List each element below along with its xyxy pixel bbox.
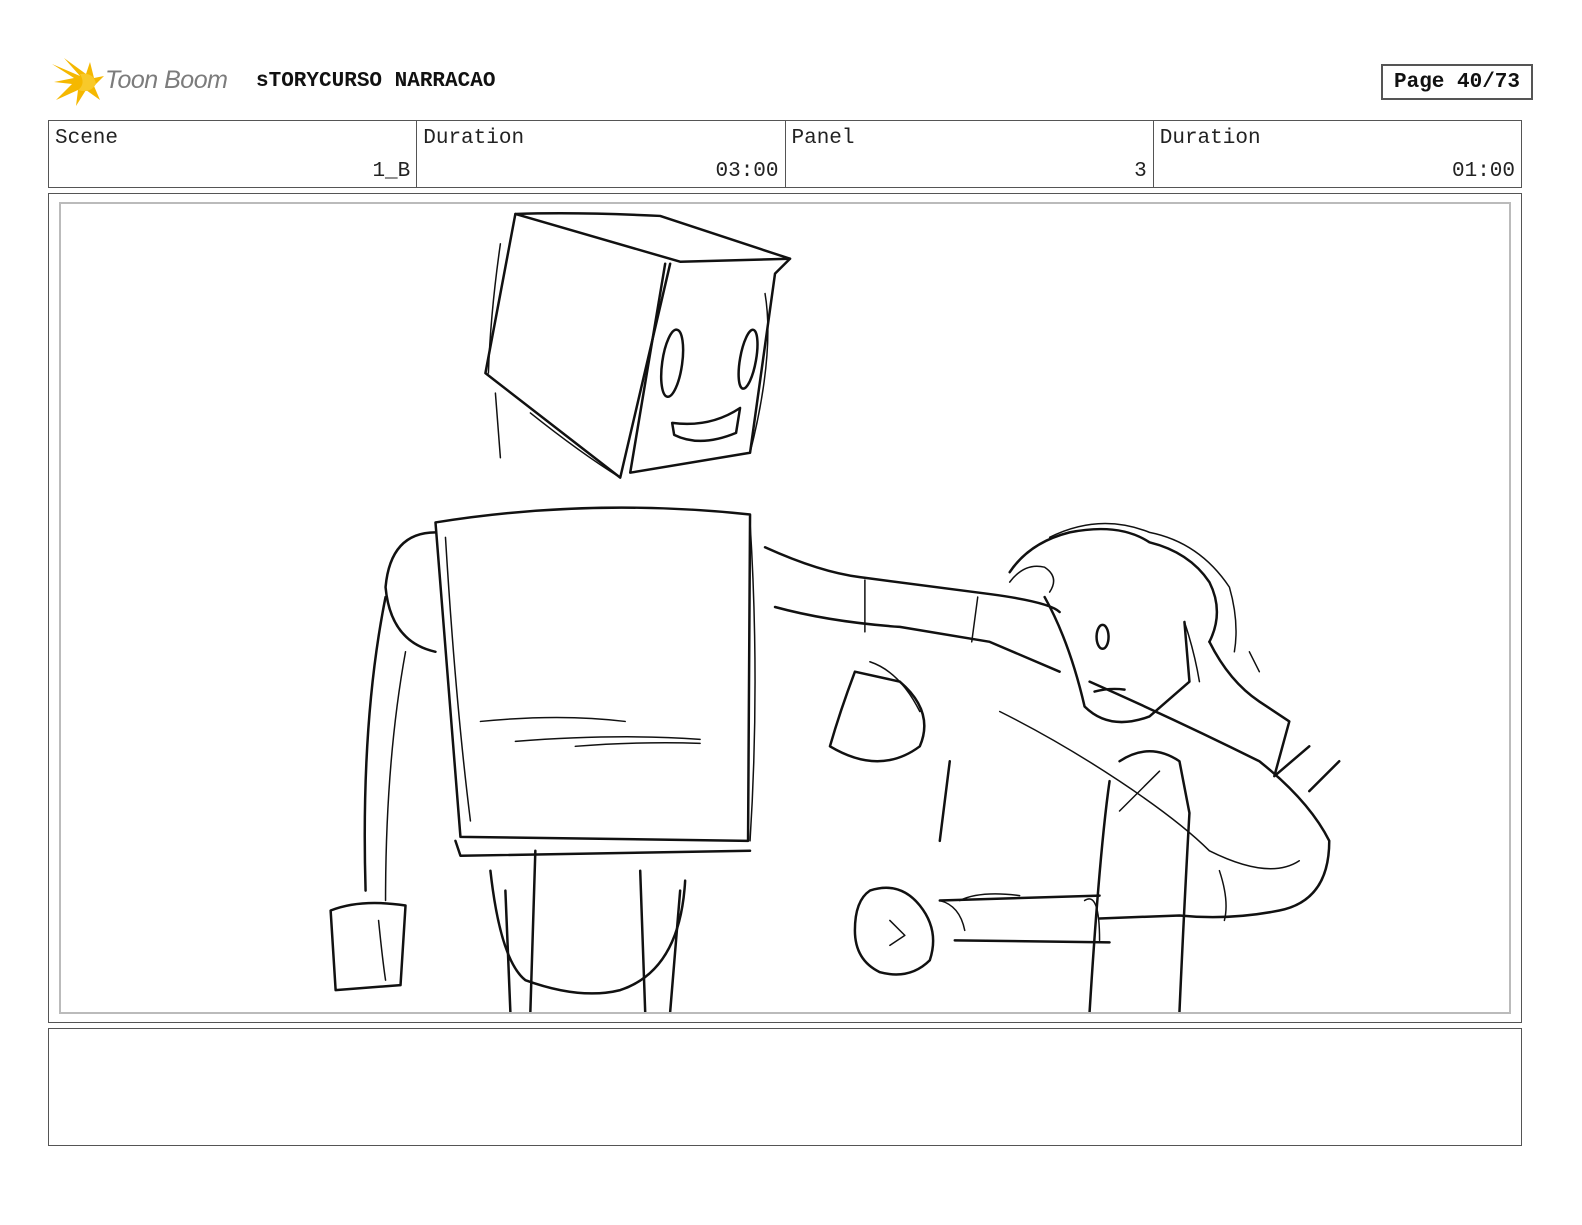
panel-notes-box bbox=[48, 1028, 1522, 1146]
robot-right-arm-sketch bbox=[763, 546, 1341, 922]
panel-cell: Panel 3 bbox=[786, 121, 1154, 187]
panel-info-table: Scene 1_B Duration 03:00 Panel 3 Duratio… bbox=[48, 120, 1522, 188]
robot-left-arm-sketch bbox=[329, 531, 437, 992]
toon-boom-logo: Toon Boom bbox=[50, 56, 240, 108]
panel-duration-label: Duration bbox=[1159, 127, 1261, 150]
scene-duration-cell: Duration 03:00 bbox=[417, 121, 786, 187]
girl-fist-sketch bbox=[853, 886, 1111, 976]
panel-sketch bbox=[329, 212, 1341, 1012]
scene-duration-label: Duration bbox=[423, 127, 525, 150]
toon-boom-burst-icon bbox=[52, 58, 104, 106]
robot-head-sketch bbox=[484, 212, 792, 479]
project-title: sTORYCURSO NARRACAO bbox=[256, 70, 496, 93]
scene-value: 1_B bbox=[372, 160, 411, 183]
scene-label: Scene bbox=[55, 127, 119, 150]
panel-label: Panel bbox=[791, 127, 855, 150]
robot-fist-sketch bbox=[828, 660, 926, 763]
logo-wordmark: Toon Boom bbox=[105, 66, 228, 94]
girl-head-sketch bbox=[1008, 522, 1311, 778]
page-number: Page 40/73 bbox=[1381, 64, 1533, 100]
girl-body-sketch bbox=[1083, 750, 1191, 1012]
storyboard-header: Toon Boom sTORYCURSO NARRACAO Page 40/73 bbox=[50, 56, 1540, 108]
scene-cell: Scene 1_B bbox=[49, 121, 418, 187]
storyboard-panel bbox=[48, 193, 1522, 1023]
robot-torso-sketch bbox=[434, 506, 756, 858]
robot-legs-sketch bbox=[489, 849, 687, 1012]
panel-drawing-area bbox=[59, 202, 1511, 1014]
scene-duration-value: 03:00 bbox=[715, 160, 779, 183]
panel-duration-value: 01:00 bbox=[1451, 160, 1515, 183]
panel-duration-cell: Duration 01:00 bbox=[1154, 121, 1521, 187]
panel-value: 3 bbox=[1134, 160, 1147, 183]
